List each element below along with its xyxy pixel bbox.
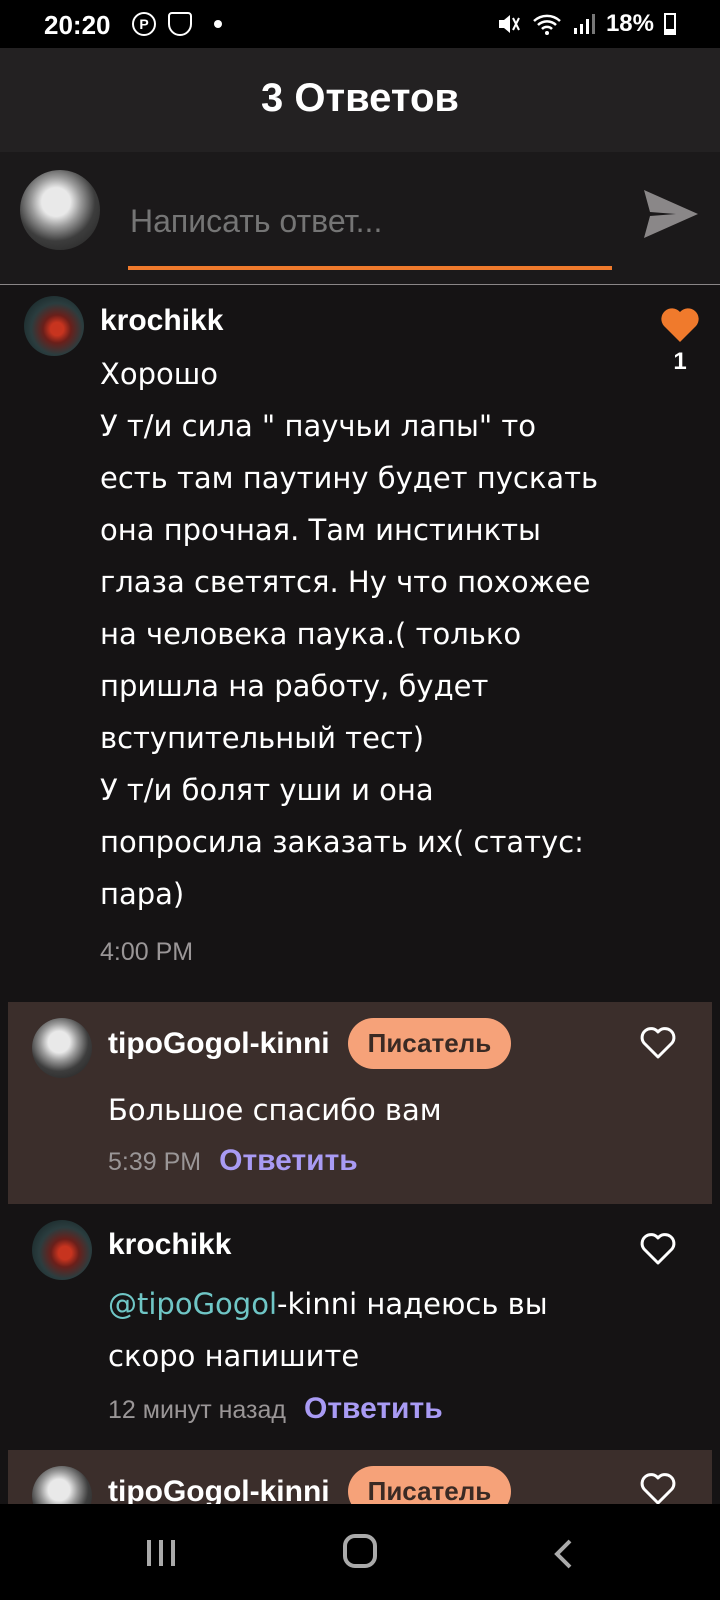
like-count: 1 [673, 348, 687, 375]
comment-line: вступительный тест) [100, 721, 425, 755]
status-bar: 20:20 P 18% [0, 0, 720, 48]
battery-icon [664, 13, 676, 35]
replies-header: 3 Ответов [0, 48, 720, 153]
comment-line: пришла на работу, будет [100, 669, 489, 703]
reply-composer [0, 152, 720, 285]
author-avatar[interactable] [24, 296, 84, 356]
current-user-avatar[interactable] [20, 170, 100, 250]
user-mention[interactable]: @tipoGogol [108, 1287, 277, 1321]
heart-outline-icon[interactable] [640, 1472, 676, 1504]
reply-author-row: tipoGogol-kinni Писатель [108, 1466, 512, 1505]
heart-outline-icon[interactable] [640, 1232, 676, 1266]
reply-time: 12 минут назад [108, 1396, 286, 1424]
heart-outline-icon[interactable] [640, 1026, 676, 1060]
reply-meta: 5:39 PM Ответить [108, 1144, 358, 1178]
comment-line: есть там паутину будет пускать [100, 461, 599, 495]
notification-dot-icon [214, 20, 222, 28]
reply-text-line: скоро напишите [108, 1339, 360, 1373]
author-avatar[interactable] [32, 1466, 92, 1504]
shield-icon [168, 12, 192, 36]
comment-line: она прочная. Там инстинкты [100, 513, 541, 547]
comment-line: пара) [100, 877, 185, 911]
reply-author[interactable]: tipoGogol-kinni [108, 1027, 330, 1061]
reply-input-underline [128, 266, 612, 270]
reply-input[interactable] [128, 200, 616, 242]
reply-item: krochikk @tipoGogol-kinni надеюсь вы ско… [8, 1208, 712, 1428]
reply-author-row: tipoGogol-kinni Писатель [108, 1018, 512, 1069]
status-time: 20:20 [44, 10, 111, 40]
reply-button[interactable]: Ответить [304, 1392, 443, 1426]
writer-badge: Писатель [347, 1466, 512, 1504]
reply-text: Большое спасибо вам [108, 1093, 442, 1127]
battery-percent: 18% [605, 10, 654, 37]
send-icon[interactable] [640, 184, 700, 244]
wifi-icon [533, 14, 561, 35]
comment-body: Хорошо У т/и сила " паучьи лапы" то есть… [100, 348, 660, 920]
back-icon[interactable] [552, 1538, 574, 1570]
reply-author[interactable]: krochikk [108, 1228, 231, 1262]
comment-time: 4:00 PM [100, 938, 194, 966]
page-title: 3 Ответов [261, 76, 459, 120]
comment-line: Хорошо [100, 357, 219, 391]
comment-line: глаза светятся. Ну что похожее [100, 565, 591, 599]
reply-text-rest: -kinni надеюсь вы [277, 1287, 548, 1321]
reply-button[interactable]: Ответить [219, 1144, 358, 1178]
heart-filled-icon[interactable] [660, 306, 700, 344]
recent-apps-icon[interactable] [145, 1538, 177, 1568]
system-nav-bar [0, 1504, 720, 1600]
comment-line: на человека паука.( только [100, 617, 522, 651]
comment-author[interactable]: krochikk [100, 304, 223, 338]
comment-line: попросила заказать их( статус: [100, 825, 584, 859]
comment-line: У т/и сила " паучьи лапы" то [100, 409, 537, 443]
mute-icon [498, 15, 520, 33]
reply-text: @tipoGogol-kinni надеюсь вы скоро напиши… [108, 1278, 628, 1382]
reply-item: tipoGogol-kinni Писатель [8, 1450, 712, 1504]
reply-time: 5:39 PM [108, 1148, 202, 1176]
main-comment: krochikk 1 Хорошо У т/и сила " паучьи ла… [0, 286, 720, 986]
home-icon[interactable] [343, 1534, 377, 1568]
author-avatar[interactable] [32, 1220, 92, 1280]
writer-badge: Писатель [347, 1018, 512, 1069]
reply-item: tipoGogol-kinni Писатель Большое спасибо… [8, 1002, 712, 1204]
author-avatar[interactable] [32, 1018, 92, 1078]
signal-icon [573, 14, 595, 34]
pinterest-icon: P [132, 12, 156, 36]
comment-line: У т/и болят уши и она [100, 773, 434, 807]
reply-author[interactable]: tipoGogol-kinni [108, 1475, 330, 1505]
status-right: 18% [496, 10, 676, 38]
reply-meta: 12 минут назад Ответить [108, 1392, 443, 1426]
